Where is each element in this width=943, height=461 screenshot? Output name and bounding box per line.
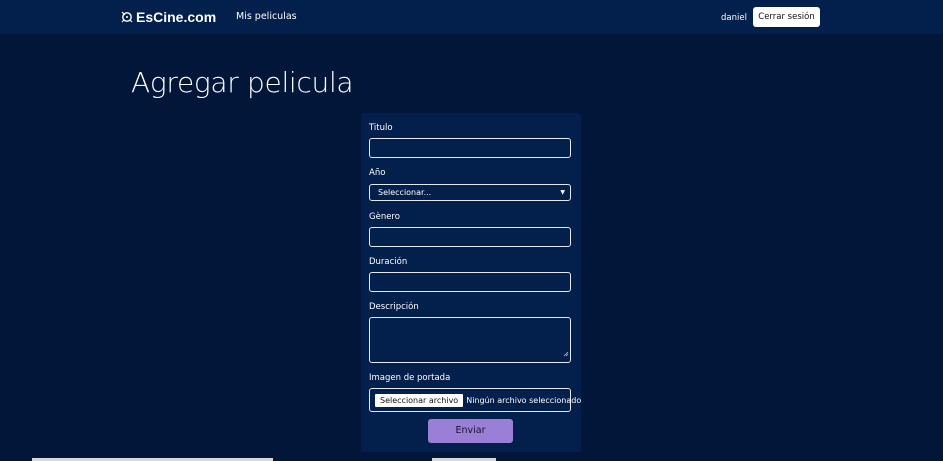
portada-file-input[interactable]: Seleccionar archivo Ningún archivo selec… xyxy=(369,388,581,412)
duracion-input[interactable] xyxy=(369,272,571,292)
film-reel-icon xyxy=(121,11,134,24)
choose-file-button[interactable]: Seleccionar archivo xyxy=(375,393,464,407)
titulo-label: Titulo xyxy=(369,123,393,133)
duracion-label: Duración xyxy=(369,257,408,267)
anio-select[interactable]: Seleccionar... ▼ xyxy=(369,184,571,201)
page-title: Agregar pelicula xyxy=(131,66,354,99)
add-movie-form: Titulo Año Seleccionar... ▼ Gènero Durac… xyxy=(361,113,581,452)
nav-link-mis-peliculas[interactable]: Mis peliculas xyxy=(236,11,297,22)
descripcion-textarea[interactable] xyxy=(369,317,571,363)
chevron-down-icon: ▼ xyxy=(560,189,565,196)
resize-handle-icon[interactable] xyxy=(563,342,569,361)
titulo-input[interactable] xyxy=(369,138,571,158)
brand-logo[interactable]: EsCine.com xyxy=(121,9,216,25)
portada-label: Imagen de portada xyxy=(369,373,451,383)
brand-name: EsCine.com xyxy=(136,9,217,25)
submit-button[interactable]: Enviar xyxy=(428,419,513,443)
top-navbar: EsCine.com Mis peliculas daniel Cerrar s… xyxy=(0,0,943,34)
anio-label: Año xyxy=(369,168,386,178)
descripcion-label: Descripción xyxy=(369,302,419,312)
username-label: daniel xyxy=(721,13,747,23)
anio-selected-value: Seleccionar... xyxy=(378,188,432,197)
genero-label: Gènero xyxy=(369,212,400,222)
logout-button[interactable]: Cerrar sesión xyxy=(753,7,820,27)
file-status-text: Ningún archivo seleccionado xyxy=(466,395,582,405)
genero-input[interactable] xyxy=(369,227,571,247)
